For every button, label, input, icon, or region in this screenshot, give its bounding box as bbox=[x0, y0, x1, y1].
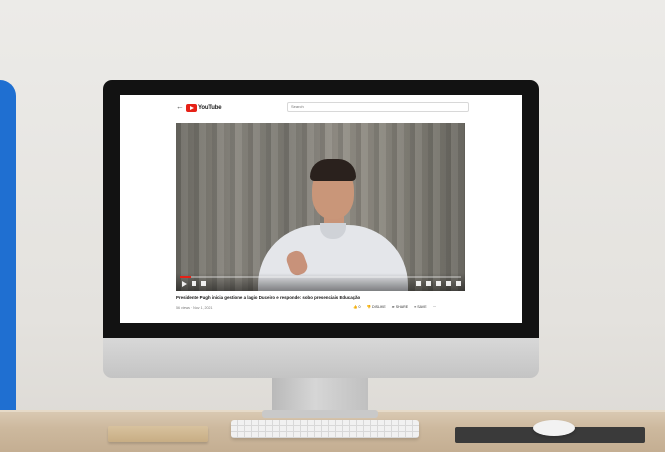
volume-icon[interactable] bbox=[201, 281, 206, 286]
youtube-play-logo-icon bbox=[186, 103, 197, 112]
monitor-screen: ← YouTube Search Presidente Pugh inicia … bbox=[120, 95, 522, 323]
settings-gear-icon[interactable] bbox=[426, 281, 431, 286]
youtube-logo[interactable]: YouTube bbox=[186, 103, 222, 112]
save-icon: ≡ bbox=[414, 305, 417, 309]
scene: ← YouTube Search Presidente Pugh inicia … bbox=[0, 0, 665, 452]
like-count: 0 bbox=[358, 305, 361, 309]
more-dots-icon: ⋯ bbox=[432, 305, 437, 309]
monitor-stand-foot bbox=[262, 410, 378, 418]
thumb-down-icon: 👎 bbox=[366, 305, 371, 309]
video-player[interactable] bbox=[176, 123, 465, 291]
fullscreen-icon[interactable] bbox=[456, 281, 461, 286]
video-meta: 56 views · Nov 1, 2021 bbox=[176, 306, 213, 310]
save-label: SAVE bbox=[417, 305, 427, 309]
video-actions: 👍 0 👎 DISLIKE ➦ SHARE ≡ SAVE ⋯ bbox=[353, 305, 436, 309]
monitor-chin bbox=[103, 338, 539, 378]
play-icon[interactable] bbox=[182, 281, 187, 287]
presenter-hair bbox=[310, 159, 356, 181]
miniplayer-icon[interactable] bbox=[436, 281, 441, 286]
blue-accent-bar bbox=[0, 80, 16, 452]
youtube-header: ← YouTube bbox=[120, 95, 522, 121]
thumb-up-icon: 👍 bbox=[353, 305, 358, 309]
keyboard bbox=[231, 420, 419, 438]
like-button[interactable]: 👍 0 bbox=[353, 305, 360, 309]
mouse bbox=[533, 420, 575, 436]
notebook bbox=[108, 426, 208, 442]
share-label: SHARE bbox=[395, 305, 409, 309]
progress-bar[interactable] bbox=[180, 276, 461, 278]
progress-fill bbox=[180, 276, 192, 278]
dislike-button[interactable]: 👎 DISLIKE bbox=[366, 305, 385, 309]
share-icon: ➦ bbox=[391, 305, 395, 309]
video-title: Presidente Pugh inicia gestione a lagio … bbox=[176, 295, 361, 300]
captions-icon[interactable] bbox=[416, 281, 421, 286]
dislike-label: DISLIKE bbox=[371, 305, 386, 309]
save-button[interactable]: ≡ SAVE bbox=[414, 305, 426, 309]
more-options-button[interactable]: ⋯ bbox=[433, 305, 437, 309]
search-input[interactable] bbox=[287, 102, 469, 112]
next-icon[interactable] bbox=[192, 281, 196, 286]
back-arrow-icon[interactable]: ← bbox=[176, 103, 184, 111]
share-button[interactable]: ➦ SHARE bbox=[392, 305, 408, 309]
theater-mode-icon[interactable] bbox=[446, 281, 451, 286]
youtube-logo-text: YouTube bbox=[198, 104, 222, 111]
video-controls bbox=[176, 273, 465, 291]
